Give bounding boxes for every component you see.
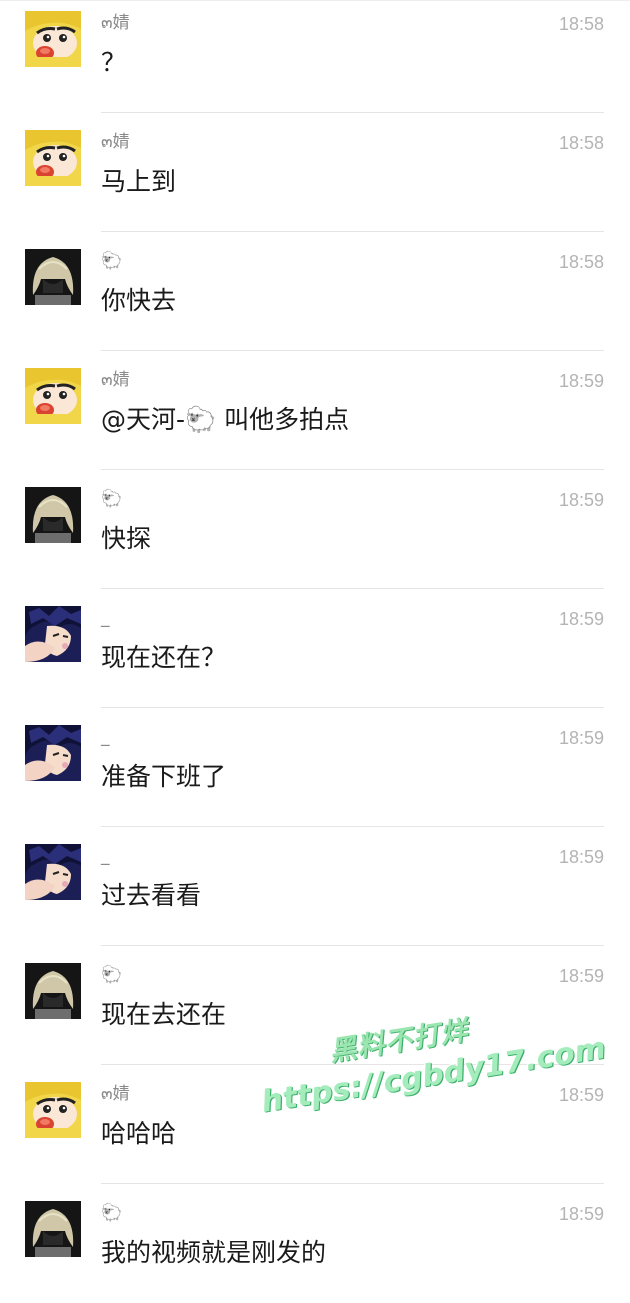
message-text[interactable]: 你快去 <box>101 284 176 318</box>
chat-message[interactable]: 🐑 18:59 我的视频就是刚发的 <box>0 1184 630 1303</box>
sender-name: _ <box>101 846 110 866</box>
chat-message[interactable]: 🐑 18:59 现在去还在 <box>0 946 630 1065</box>
chat-message[interactable]: ๓婧 18:58 ？ <box>0 0 630 113</box>
sender-name: _ <box>101 727 110 747</box>
message-time: 18:58 <box>558 133 604 153</box>
sender-name: _ <box>101 608 110 628</box>
sender-name: 🐑 <box>101 251 123 271</box>
avatar[interactable] <box>25 1082 81 1138</box>
message-time: 18:58 <box>558 252 604 272</box>
message-time: 18:59 <box>558 1204 604 1224</box>
message-time: 18:59 <box>558 1085 604 1105</box>
message-time: 18:59 <box>558 966 604 986</box>
message-time: 18:59 <box>558 490 604 510</box>
avatar[interactable] <box>25 725 81 781</box>
avatar[interactable] <box>25 130 81 186</box>
avatar[interactable] <box>25 487 81 543</box>
avatar[interactable] <box>25 844 81 900</box>
avatar[interactable] <box>25 11 81 67</box>
avatar[interactable] <box>25 368 81 424</box>
message-text[interactable]: 快探 <box>101 522 151 556</box>
chat-message[interactable]: 🐑 18:59 快探 <box>0 470 630 589</box>
message-text[interactable]: ？ <box>101 46 126 80</box>
sender-name: 🐑 <box>101 1203 123 1223</box>
message-text[interactable]: 现在还在？ <box>101 641 226 675</box>
sender-name: ๓婧 <box>101 1084 130 1104</box>
avatar[interactable] <box>25 606 81 662</box>
chat-message[interactable]: 🐑 18:58 你快去 <box>0 232 630 351</box>
chat-message[interactable]: ๓婧 18:58 马上到 <box>0 113 630 232</box>
sender-name: ๓婧 <box>101 13 130 33</box>
message-text[interactable]: 过去看看 <box>101 879 201 913</box>
sender-name: 🐑 <box>101 489 123 509</box>
avatar[interactable] <box>25 249 81 305</box>
chat-message[interactable]: _ 18:59 现在还在？ <box>0 589 630 708</box>
avatar[interactable] <box>25 1201 81 1257</box>
message-text[interactable]: 马上到 <box>101 165 176 199</box>
message-text[interactable]: 我的视频就是刚发的 <box>101 1236 326 1270</box>
chat-message[interactable]: _ 18:59 过去看看 <box>0 827 630 946</box>
chat-message[interactable]: _ 18:59 准备下班了 <box>0 708 630 827</box>
message-text[interactable]: 准备下班了 <box>101 760 226 794</box>
message-time: 18:59 <box>558 847 604 867</box>
sender-name: ๓婧 <box>101 132 130 152</box>
chat-message[interactable]: ๓婧 18:59 哈哈哈 <box>0 1065 630 1184</box>
message-time: 18:59 <box>558 728 604 748</box>
chat-message-list: ๓婧 18:58 ？ ๓婧 18:58 马上到 🐑 18:58 你快去 ๓婧 18:59 @天河-🐑 … <box>0 0 630 1280</box>
sender-name: ๓婧 <box>101 370 130 390</box>
sender-name: 🐑 <box>101 965 123 985</box>
avatar[interactable] <box>25 963 81 1019</box>
chat-message[interactable]: ๓婧 18:59 @天河-🐑 叫他多拍点 <box>0 351 630 470</box>
message-time: 18:58 <box>558 14 604 34</box>
message-text[interactable]: @天河-🐑 叫他多拍点 <box>101 403 349 437</box>
message-time: 18:59 <box>558 609 604 629</box>
message-time: 18:59 <box>558 371 604 391</box>
message-text[interactable]: 哈哈哈 <box>101 1117 176 1151</box>
message-text[interactable]: 现在去还在 <box>101 998 226 1032</box>
